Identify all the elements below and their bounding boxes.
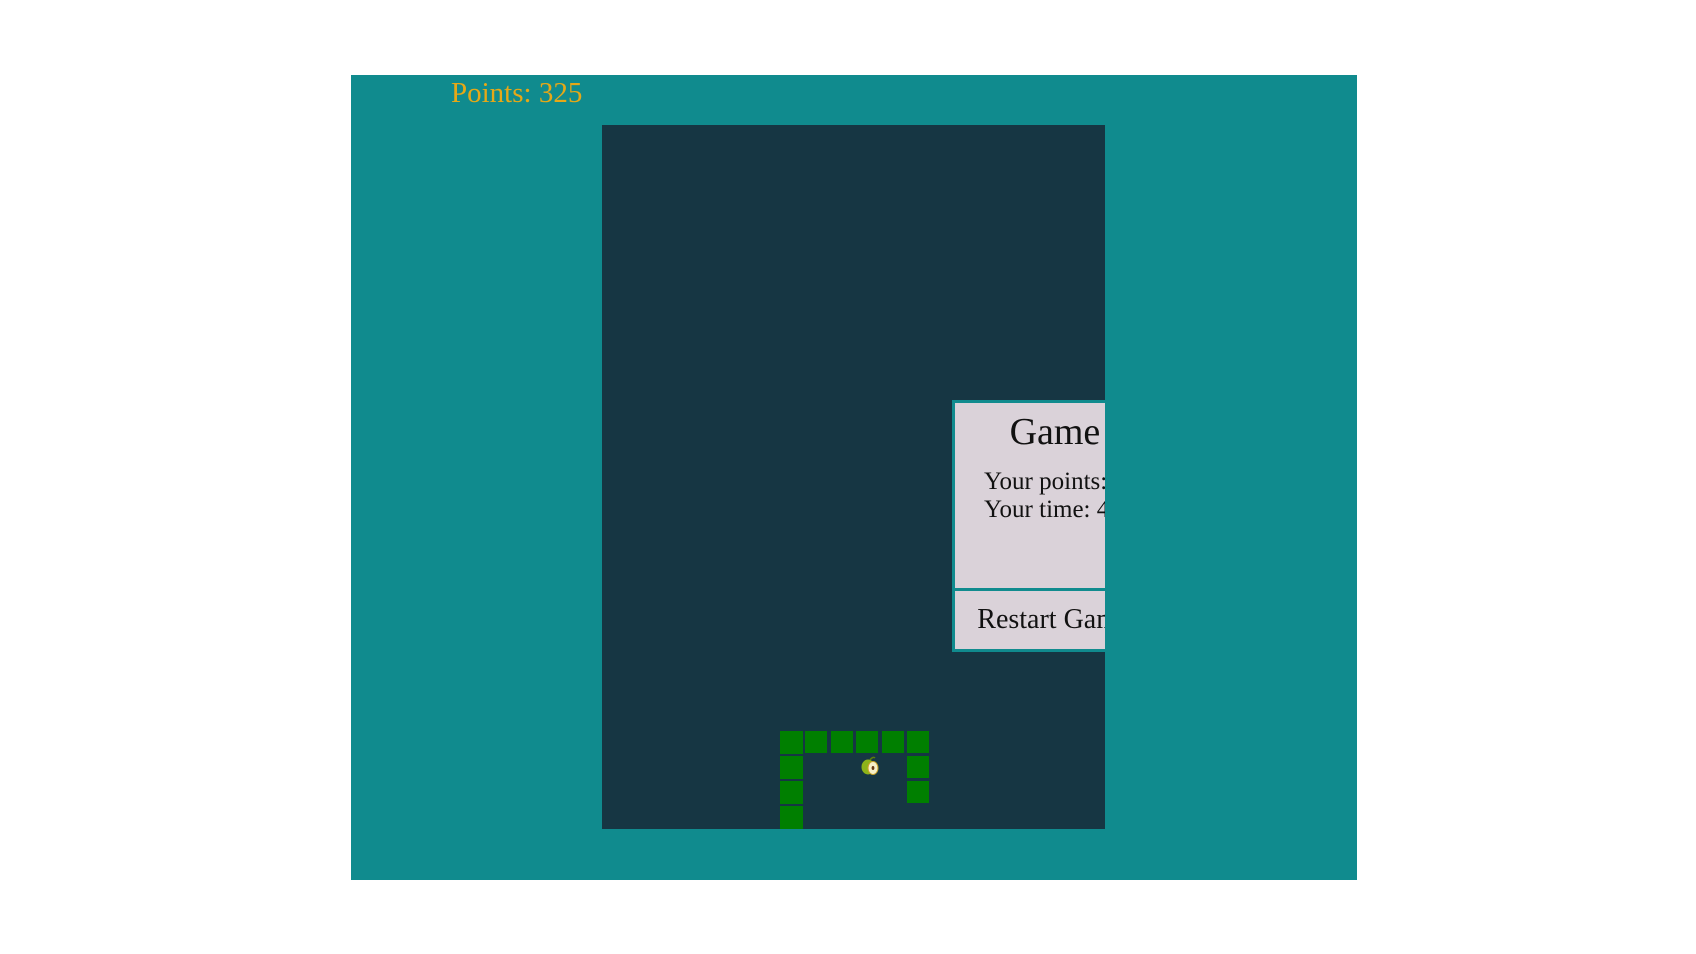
game-board: Game Over! Your points: 325 Your time: 4… xyxy=(602,125,1105,829)
apple-icon xyxy=(861,756,879,775)
final-time: Your time: 41.44s xyxy=(984,496,1105,523)
game-container: Points: 325 Game Over! Your points: 325 … xyxy=(351,75,1357,880)
final-points: Your points: 325 xyxy=(984,468,1105,495)
snake-segment xyxy=(805,731,827,753)
game-over-title: Game Over! xyxy=(1009,411,1105,453)
points-counter: Points: 325 xyxy=(451,77,583,109)
snake-segment xyxy=(907,781,929,803)
snake-segment xyxy=(907,731,929,753)
snake-segment xyxy=(780,731,803,754)
restart-game-button[interactable]: Restart Game ( Enter ) xyxy=(955,591,1105,649)
game-over-dialog: Game Over! Your points: 325 Your time: 4… xyxy=(952,400,1105,652)
snake-segment xyxy=(780,781,803,804)
snake-segment xyxy=(907,756,929,778)
snake-segment xyxy=(780,806,803,829)
snake-segment xyxy=(882,731,904,753)
snake-segment xyxy=(831,731,853,753)
snake-segment xyxy=(780,756,803,779)
game-over-stats: Your points: 325 Your time: 41.44s xyxy=(984,468,1105,524)
snake-segment xyxy=(856,731,878,753)
